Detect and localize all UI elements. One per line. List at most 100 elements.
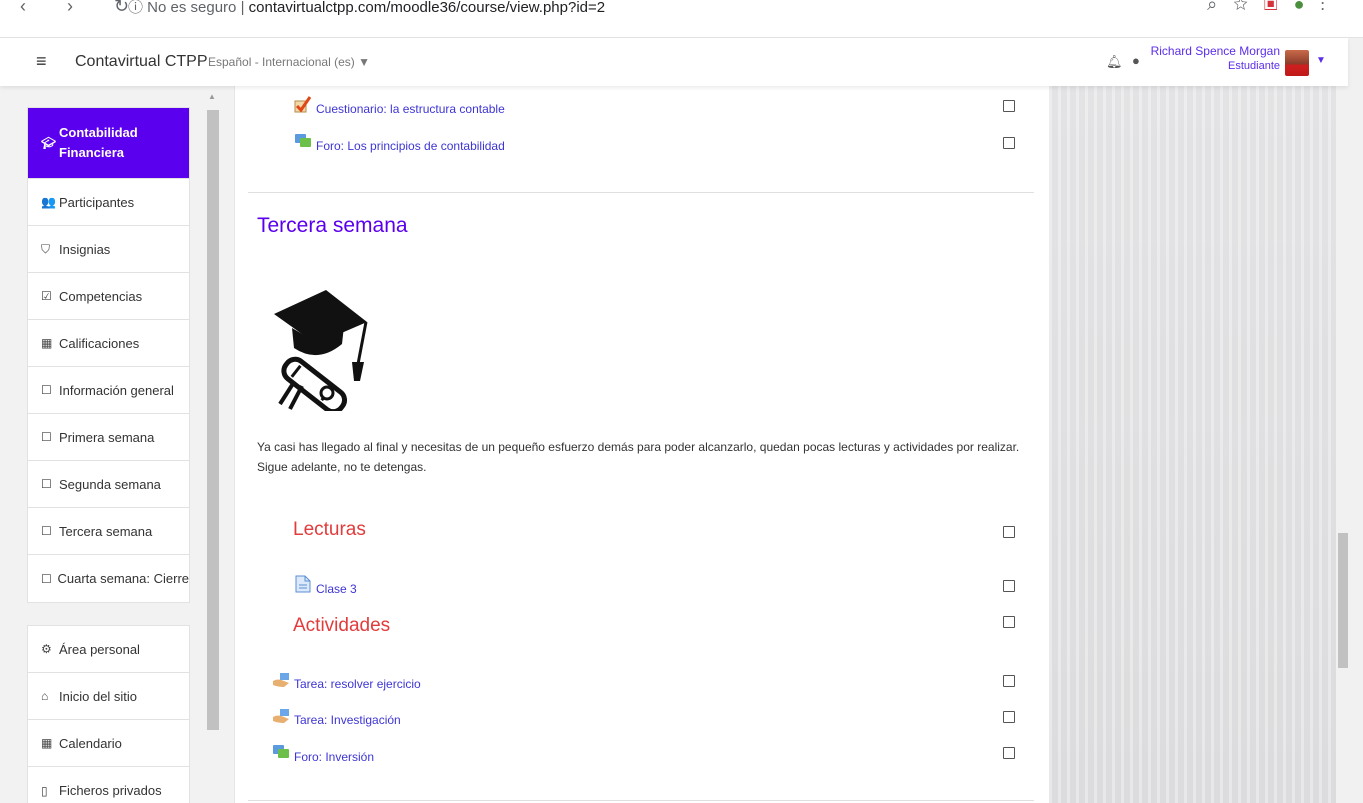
completion-checkbox[interactable] xyxy=(1003,616,1015,628)
activity-forum[interactable]: Foro: Los principios de contabilidad xyxy=(294,132,505,153)
shield-icon: ⛉ xyxy=(41,241,51,256)
completion-checkbox[interactable] xyxy=(1003,580,1015,592)
assignment-icon xyxy=(272,706,290,727)
sidebar-item-week-1[interactable]: ☐ Primera semana xyxy=(28,414,189,461)
forum-icon xyxy=(272,743,290,764)
sidebar-item-label: Primera semana xyxy=(59,429,155,445)
page-scrollbar[interactable]: ▲ xyxy=(1336,38,1363,803)
graduation-cap-icon: 🎓︎ xyxy=(41,136,57,150)
completion-checkbox[interactable] xyxy=(1003,100,1015,112)
profile-icon[interactable]: ● xyxy=(1294,0,1321,14)
sidebar-item-competencies[interactable]: ☑ Competencias xyxy=(28,273,189,320)
sidebar-item-week-3[interactable]: ☐ Tercera semana xyxy=(28,508,189,555)
graduation-cap-diploma-icon xyxy=(270,286,370,415)
site-name[interactable]: Contavirtual CTPP xyxy=(75,53,208,71)
section-divider xyxy=(248,192,1034,193)
quiz-icon xyxy=(294,95,312,116)
completion-checkbox[interactable] xyxy=(1003,747,1015,759)
course-nav: 🎓︎ Contabilidad Financiera 👥 Participante… xyxy=(27,107,190,603)
folder-icon: ☐ xyxy=(41,430,52,444)
sidebar-item-site-home[interactable]: ⌂ Inicio del sitio xyxy=(28,673,189,720)
completion-checkbox[interactable] xyxy=(1003,675,1015,687)
sidebar-item-dashboard[interactable]: ⚙ Área personal xyxy=(28,626,189,673)
section-summary: Ya casi has llegado al final y necesitas… xyxy=(257,440,1020,474)
activity-link[interactable]: Tarea: resolver ejercicio xyxy=(294,677,421,691)
section-divider xyxy=(248,800,1034,801)
url-text[interactable]: contavirtualctpp.com/moodle36/course/vie… xyxy=(249,0,605,16)
user-menu-caret-icon[interactable]: ▼ xyxy=(1316,55,1326,66)
address-bar[interactable]: ⓘ No es seguro | contavirtualctpp.com/mo… xyxy=(128,0,605,17)
activities-heading: Actividades xyxy=(293,615,391,636)
messages-icon[interactable]: ● xyxy=(1132,53,1140,68)
sidebar-item-label: Tercera semana xyxy=(59,523,153,539)
activity-link[interactable]: Clase 3 xyxy=(316,582,357,596)
security-indicator[interactable]: ⓘ No es seguro xyxy=(128,0,236,16)
activity-link[interactable]: Foro: Inversión xyxy=(294,750,374,764)
user-role: Estudiante xyxy=(1228,60,1280,72)
page-icon xyxy=(294,575,312,596)
extension-icon[interactable]: ▣ xyxy=(1264,0,1294,14)
completion-checkbox[interactable] xyxy=(1003,137,1015,149)
users-icon: 👥 xyxy=(41,195,56,209)
table-icon: ▦ xyxy=(41,336,53,350)
sidebar-item-week-4[interactable]: ☐ Cuarta semana: Cierre xyxy=(28,555,189,602)
browser-toolbar: ‹ › ↻ ⓘ No es seguro | contavirtualctpp.… xyxy=(0,0,1363,38)
forum-icon xyxy=(294,132,312,153)
section-title[interactable]: Tercera semana xyxy=(257,214,408,238)
avatar[interactable] xyxy=(1285,50,1309,76)
nav-drawer: 🎓︎ Contabilidad Financiera 👥 Participante… xyxy=(0,86,222,803)
sidebar-item-private-files[interactable]: ▯ Ficheros privados xyxy=(28,767,189,803)
user-name[interactable]: Richard Spence Morgan xyxy=(1151,44,1280,58)
sidebar-item-course[interactable]: 🎓︎ Contabilidad Financiera xyxy=(28,108,189,179)
more-menu-icon[interactable]: ⋮ xyxy=(1321,0,1342,14)
sidebar-item-label: Calendario xyxy=(59,735,122,751)
sidebar-item-label: Participantes xyxy=(59,194,135,210)
sidebar-item-week-2[interactable]: ☐ Segunda semana xyxy=(28,461,189,508)
activity-link[interactable]: Tarea: Investigación xyxy=(294,713,401,727)
hamburger-icon[interactable]: ≡ xyxy=(36,51,47,72)
page-scrollbar-thumb[interactable] xyxy=(1338,533,1348,668)
file-icon: ▯ xyxy=(41,783,48,798)
language-selector[interactable]: Español - Internacional (es) ▼ xyxy=(208,55,370,69)
search-icon[interactable]: ⌕ xyxy=(1207,0,1233,14)
folder-icon: ☐ xyxy=(41,477,52,491)
home-icon: ⌂ xyxy=(41,689,49,703)
completion-checkbox[interactable] xyxy=(1003,526,1015,538)
activity-forum[interactable]: Foro: Inversión xyxy=(272,743,374,764)
checkbox-icon: ☑ xyxy=(41,289,52,303)
site-navbar: ≡ Contavirtual CTPP Español - Internacio… xyxy=(0,38,1348,86)
sidebar-item-label: Ficheros privados xyxy=(59,783,162,798)
browser-actions: ⌕☆▣●⋮ xyxy=(1207,0,1341,15)
sidebar-item-label: Competencias xyxy=(59,288,143,304)
activity-link[interactable]: Foro: Los principios de contabilidad xyxy=(316,139,505,153)
sidebar-item-badges[interactable]: ⛉ Insignias xyxy=(28,226,189,273)
folder-icon: ☐ xyxy=(41,524,52,538)
sidebar-scrollbar-thumb[interactable] xyxy=(207,110,219,730)
sidebar-item-calendar[interactable]: ▦ Calendario xyxy=(28,720,189,767)
activity-link[interactable]: Cuestionario: la estructura contable xyxy=(316,102,505,116)
activity-quiz[interactable]: Cuestionario: la estructura contable xyxy=(294,95,505,116)
sidebar-item-label: Contabilidad Financiera xyxy=(59,125,138,160)
sidebar-item-label: Cuarta semana: Cierre xyxy=(57,571,190,586)
sidebar-item-label: Información general xyxy=(59,382,174,398)
activity-assignment[interactable]: Tarea: resolver ejercicio xyxy=(272,670,421,691)
assignment-icon xyxy=(272,670,290,691)
sidebar-item-participants[interactable]: 👥 Participantes xyxy=(28,179,189,226)
sidebar-item-general-info[interactable]: ☐ Información general xyxy=(28,367,189,414)
sidebar-item-label: Área personal xyxy=(59,641,140,657)
sidebar-item-grades[interactable]: ▦ Calificaciones xyxy=(28,320,189,367)
notifications-bell-icon[interactable]: 🔔︎ xyxy=(1106,54,1123,70)
calendar-icon: ▦ xyxy=(41,736,53,750)
sidebar-item-label: Inicio del sitio xyxy=(59,688,138,704)
star-icon[interactable]: ☆ xyxy=(1233,0,1264,14)
activity-page[interactable]: Clase 3 xyxy=(294,575,357,596)
readings-heading: Lecturas xyxy=(293,519,366,540)
scroll-up-arrow-icon[interactable]: ▲ xyxy=(208,92,216,101)
sidebar-item-label: Segunda semana xyxy=(59,476,161,492)
dashboard-icon: ⚙ xyxy=(41,642,52,656)
completion-checkbox[interactable] xyxy=(1003,711,1015,723)
sidebar-item-label: Insignias xyxy=(59,241,111,257)
sidebar-item-label: Calificaciones xyxy=(59,335,140,351)
activity-assignment[interactable]: Tarea: Investigación xyxy=(272,706,401,727)
folder-icon: ☐ xyxy=(41,383,52,397)
